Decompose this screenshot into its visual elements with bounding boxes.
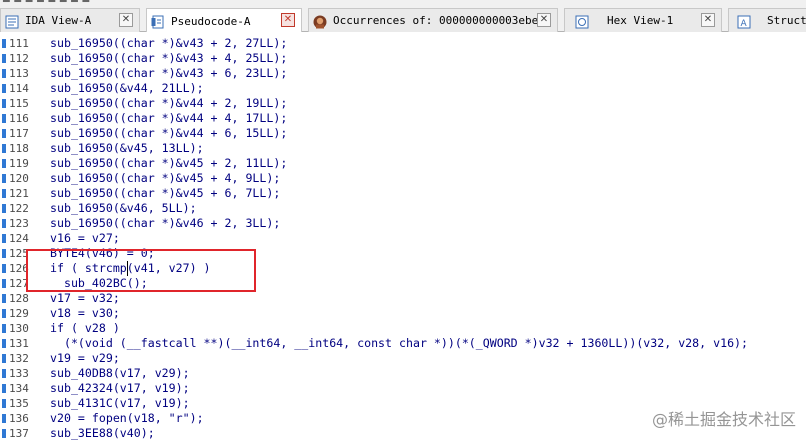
- code-line[interactable]: if ( v28 ): [50, 321, 120, 336]
- structures-icon: A: [737, 14, 751, 29]
- title-strip-text: ■ ■ ■ ■ ■ ■ ■ ■: [2, 0, 90, 4]
- code-line[interactable]: sub_16950((char *)&v44 + 4, 17LL);: [50, 111, 287, 126]
- tab-label: Hex View-1: [607, 14, 674, 27]
- code-line[interactable]: sub_16950((char *)&v45 + 6, 7LL);: [50, 186, 280, 201]
- close-icon[interactable]: ✕: [701, 13, 715, 27]
- code-line[interactable]: sub_3EE88(v40);: [50, 426, 155, 441]
- tab-pseudocode-a[interactable]: Pseudocode-A ✕: [146, 8, 302, 33]
- code-line[interactable]: sub_16950(&v45, 13LL);: [50, 141, 204, 156]
- code-line[interactable]: sub_16950((char *)&v44 + 6, 15LL);: [50, 126, 287, 141]
- tab-structures[interactable]: A Struct: [728, 8, 806, 32]
- hex-view-icon: [575, 14, 589, 28]
- line-number: 118: [2, 142, 29, 155]
- code-line[interactable]: sub_16950((char *)&v43 + 4, 25LL);: [50, 51, 287, 66]
- code-line[interactable]: sub_40DB8(v17, v29);: [50, 366, 190, 381]
- line-number: 124: [2, 232, 29, 245]
- line-number: 130: [2, 322, 29, 335]
- code-line[interactable]: sub_16950((char *)&v43 + 6, 23LL);: [50, 66, 287, 81]
- highlight-annotation-box: [26, 249, 256, 292]
- ida-view-icon: [5, 14, 19, 28]
- line-number: 114: [2, 82, 29, 95]
- code-line[interactable]: sub_42324(v17, v19);: [50, 381, 190, 396]
- code-line[interactable]: v18 = v30;: [50, 306, 120, 321]
- tab-label: Pseudocode-A: [171, 14, 251, 28]
- code-line[interactable]: sub_16950((char *)&v46 + 2, 3LL);: [50, 216, 280, 231]
- close-icon[interactable]: ✕: [281, 13, 295, 27]
- close-icon[interactable]: ✕: [119, 13, 133, 27]
- pseudocode-editor[interactable]: 111 112 113 114 115 116 117 118 119 120 …: [0, 32, 806, 444]
- tab-label: Struct: [767, 14, 806, 27]
- tab-hex-view-1[interactable]: Hex View-1 ✕: [564, 8, 722, 32]
- line-number: 136: [2, 412, 29, 425]
- line-number: 131: [2, 337, 29, 350]
- occurrences-icon: [313, 14, 327, 28]
- line-number: 135: [2, 397, 29, 410]
- line-number: 111: [2, 37, 29, 50]
- code-line[interactable]: v20 = fopen(v18, "r");: [50, 411, 204, 426]
- line-number: 132: [2, 352, 29, 365]
- code-line[interactable]: (*(void (__fastcall **)(__int64, __int64…: [50, 336, 748, 351]
- line-number: 117: [2, 127, 29, 140]
- line-number: 121: [2, 187, 29, 200]
- line-number: 133: [2, 367, 29, 380]
- code-line[interactable]: v16 = v27;: [50, 231, 120, 246]
- watermark: @稀土掘金技术社区: [651, 410, 796, 429]
- tab-occurrences[interactable]: Occurrences of: 000000000003ebe8 ✕: [308, 8, 558, 32]
- line-number: 115: [2, 97, 29, 110]
- pseudocode-icon: [151, 14, 165, 29]
- line-number: 116: [2, 112, 29, 125]
- line-number: 122: [2, 202, 29, 215]
- line-number: 119: [2, 157, 29, 170]
- tab-ida-view-a[interactable]: IDA View-A ✕: [0, 8, 140, 32]
- line-number: 129: [2, 307, 29, 320]
- line-number: 112: [2, 52, 29, 65]
- line-number: 134: [2, 382, 29, 395]
- code-line[interactable]: sub_16950((char *)&v45 + 2, 11LL);: [50, 156, 287, 171]
- code-line[interactable]: sub_16950((char *)&v43 + 2, 27LL);: [50, 36, 287, 51]
- line-number: 128: [2, 292, 29, 305]
- code-line[interactable]: sub_4131C(v17, v19);: [50, 396, 190, 411]
- close-icon[interactable]: ✕: [537, 13, 551, 27]
- tab-label: IDA View-A: [25, 14, 92, 27]
- line-number-gutter: 111 112 113 114 115 116 117 118 119 120 …: [0, 32, 40, 444]
- line-number: 113: [2, 67, 29, 80]
- code-line[interactable]: v17 = v32;: [50, 291, 120, 306]
- tab-label: Occurrences of: 000000000003ebe8: [333, 14, 545, 27]
- code-line[interactable]: sub_16950(&v46, 5LL);: [50, 201, 197, 216]
- line-number: 137: [2, 427, 29, 440]
- code-line[interactable]: sub_16950((char *)&v45 + 4, 9LL);: [50, 171, 280, 186]
- code-line[interactable]: v19 = v29;: [50, 351, 120, 366]
- code-line[interactable]: sub_16950((char *)&v44 + 2, 19LL);: [50, 96, 287, 111]
- line-number: 120: [2, 172, 29, 185]
- svg-text:A: A: [741, 19, 748, 29]
- code-line[interactable]: sub_16950(&v44, 21LL);: [50, 81, 204, 96]
- line-number: 123: [2, 217, 29, 230]
- tab-bar: IDA View-A ✕ Pseudocode-A ✕ Occurrences …: [0, 6, 806, 33]
